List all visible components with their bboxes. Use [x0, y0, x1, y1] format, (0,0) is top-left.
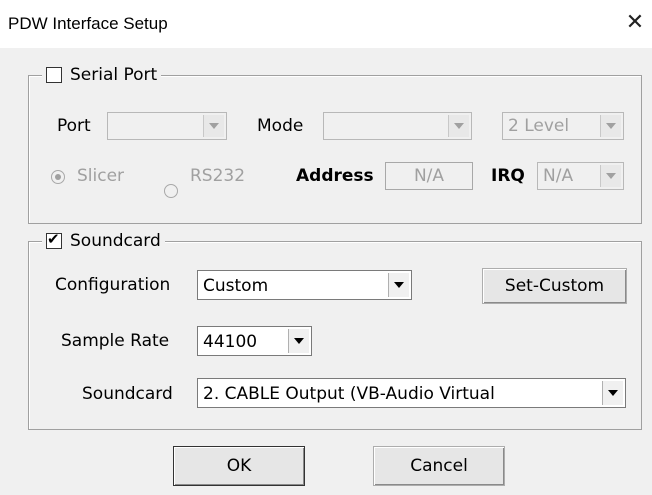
sample-rate-select-value: 44100: [203, 332, 258, 352]
configuration-select-value: Custom: [203, 276, 269, 296]
cancel-button[interactable]: Cancel: [373, 446, 505, 486]
chevron-down-icon: [600, 115, 621, 137]
window-title: PDW Interface Setup: [8, 14, 168, 33]
irq-label: IRQ: [491, 166, 525, 186]
chevron-down-icon: [288, 329, 309, 353]
serial-port-label: Serial Port: [70, 65, 158, 85]
sample-rate-label: Sample Rate: [61, 331, 170, 351]
address-label: Address: [296, 166, 374, 186]
soundcard-legend: Soundcard: [42, 230, 165, 252]
chevron-down-icon: [388, 273, 409, 297]
set-custom-button[interactable]: Set-Custom: [482, 268, 627, 304]
close-icon[interactable]: ✕: [620, 8, 650, 38]
address-field[interactable]: N/A: [385, 162, 473, 190]
ok-label: OK: [226, 456, 252, 476]
mode-select[interactable]: [323, 112, 472, 140]
chevron-down-icon: [600, 165, 621, 187]
soundcard-select[interactable]: 2. CABLE Output (VB-Audio Virtual: [197, 378, 626, 408]
cancel-label: Cancel: [410, 456, 468, 476]
serial-port-checkbox[interactable]: [46, 67, 62, 83]
soundcard-select-value: 2. CABLE Output (VB-Audio Virtual: [203, 384, 495, 404]
configuration-select[interactable]: Custom: [197, 270, 412, 300]
chevron-down-icon: [602, 381, 623, 405]
level-select[interactable]: 2 Level: [502, 112, 624, 140]
ok-button[interactable]: OK: [173, 446, 305, 486]
level-select-value: 2 Level: [508, 116, 570, 136]
soundcard-checkbox[interactable]: [46, 230, 62, 249]
chevron-down-icon: [203, 115, 224, 137]
chevron-down-icon: [448, 115, 469, 137]
slicer-label: Slicer: [77, 166, 125, 186]
set-custom-label: Set-Custom: [504, 276, 605, 296]
port-label: Port: [57, 116, 91, 136]
rs232-label: RS232: [190, 166, 246, 186]
serial-port-legend: Serial Port: [42, 64, 162, 86]
soundcard-legend-label: Soundcard: [70, 231, 161, 251]
serial-port-group: [28, 75, 642, 224]
mode-label: Mode: [257, 116, 304, 136]
sample-rate-select[interactable]: 44100: [197, 326, 312, 356]
soundcard-label: Soundcard: [82, 384, 173, 404]
port-select[interactable]: [107, 112, 227, 140]
configuration-label: Configuration: [55, 275, 171, 295]
irq-select[interactable]: N/A: [537, 162, 624, 190]
rs232-radio[interactable]: [164, 184, 178, 198]
address-value: N/A: [413, 166, 445, 186]
irq-select-value: N/A: [543, 166, 574, 186]
slicer-radio[interactable]: [51, 170, 65, 184]
